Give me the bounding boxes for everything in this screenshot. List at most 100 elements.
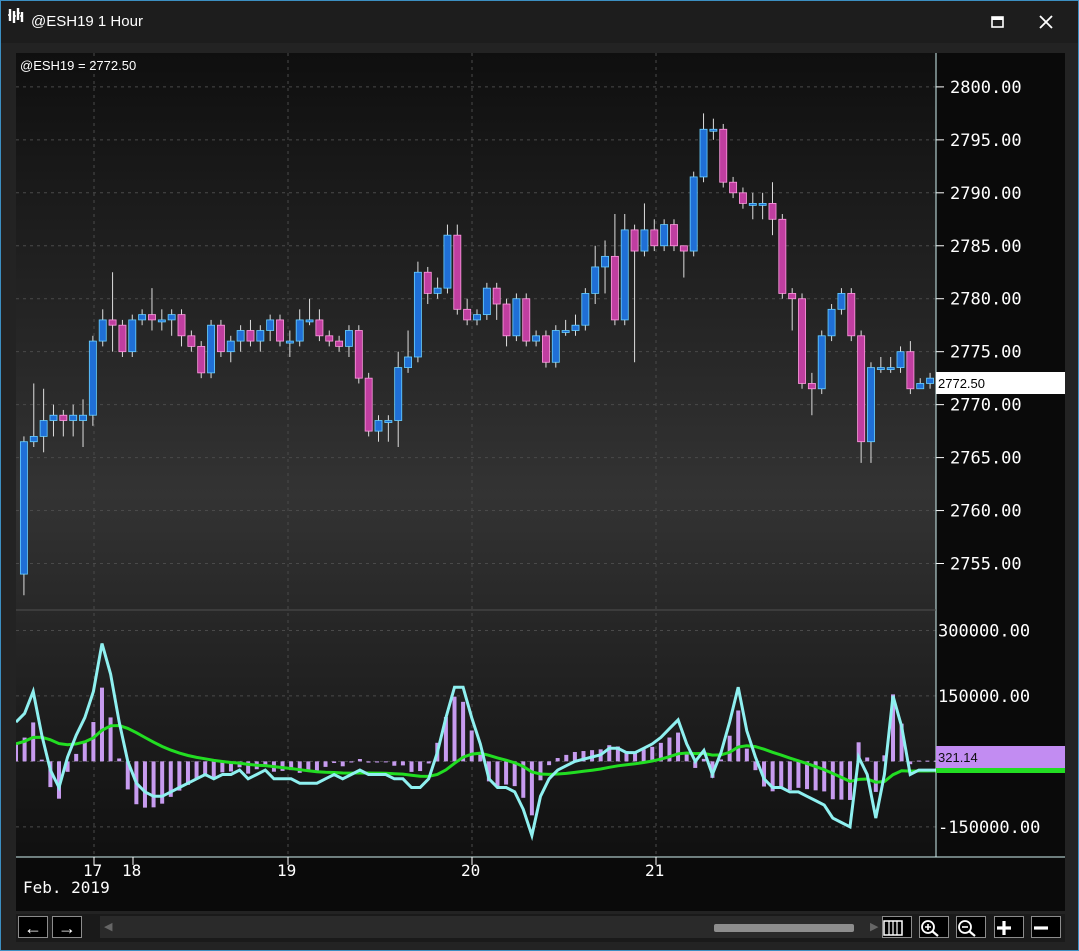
histogram-bar xyxy=(512,761,517,787)
candle-up xyxy=(374,420,383,432)
candle-down xyxy=(650,229,659,247)
candle-up xyxy=(689,176,698,252)
oscillator-tick-label: 150000.00 xyxy=(938,687,1030,707)
histogram-bar xyxy=(392,761,397,766)
maximize-button[interactable] xyxy=(991,9,1017,35)
candle-down xyxy=(788,293,797,300)
candle-down xyxy=(798,298,806,384)
candle-up xyxy=(305,319,314,323)
histogram-bar xyxy=(400,761,405,766)
zoom-out-button[interactable] xyxy=(956,916,986,938)
candle-up xyxy=(443,234,452,289)
candle-up xyxy=(157,319,166,323)
oscillator-tick-label: 300000.00 xyxy=(938,621,1030,641)
histogram-bar xyxy=(142,761,147,808)
histogram-bar xyxy=(340,761,345,767)
candle-up xyxy=(640,229,649,252)
zoom-in-icon xyxy=(921,920,939,937)
price-tick-label: 2780.00 xyxy=(950,290,1022,310)
histogram-bar xyxy=(839,761,844,800)
candle-up xyxy=(39,420,48,437)
candle-up xyxy=(295,319,304,342)
track-left-arrow-icon[interactable]: ◀ xyxy=(104,920,112,933)
zoom-out-icon xyxy=(958,920,976,937)
close-button[interactable] xyxy=(1039,9,1065,35)
track-right-arrow-icon[interactable]: ▶ xyxy=(870,920,878,933)
time-axis-background xyxy=(16,857,1065,911)
candle-down xyxy=(670,224,678,247)
candle-up xyxy=(916,383,925,390)
histogram-bar xyxy=(796,761,801,788)
scroll-track[interactable]: ◀ ▶ xyxy=(100,916,886,938)
candle-up xyxy=(29,436,38,443)
increase-bars-button[interactable] xyxy=(994,916,1024,938)
decrease-bars-button[interactable] xyxy=(1031,916,1061,938)
candle-up xyxy=(817,335,826,390)
candle-down xyxy=(807,383,816,390)
app-logo-icon xyxy=(8,8,24,23)
candle-up xyxy=(226,340,235,353)
histogram-bar xyxy=(727,735,732,762)
minus-icon xyxy=(1034,926,1048,930)
zoom-in-button[interactable] xyxy=(919,916,949,938)
candle-down xyxy=(216,324,225,353)
candle-down xyxy=(778,218,787,294)
show-all-button[interactable] xyxy=(882,916,912,938)
scroll-right-button[interactable]: → xyxy=(52,916,82,938)
maximize-icon xyxy=(991,16,1004,28)
histogram-bar xyxy=(744,748,749,762)
scroll-thumb[interactable] xyxy=(714,924,854,932)
chart-canvas[interactable]: 2800.00 2795.00 2790.00 2785.00 2780.00 2775.… xyxy=(16,53,1065,911)
chart-area[interactable]: 2800.00 2795.00 2790.00 2785.00 2780.00 2775.… xyxy=(16,53,1065,911)
arrow-right-icon: → xyxy=(58,918,76,938)
histogram-bar xyxy=(787,761,792,791)
histogram-bar xyxy=(349,761,354,763)
candle-down xyxy=(325,335,334,342)
candle-up xyxy=(167,314,176,321)
candle-down xyxy=(502,303,511,337)
candle-up xyxy=(473,314,481,321)
candle-down xyxy=(118,324,127,353)
histogram-bar xyxy=(426,761,431,764)
histogram-bar xyxy=(39,759,44,762)
histogram-bar xyxy=(925,760,930,762)
histogram-bar xyxy=(409,761,414,772)
candle-down xyxy=(738,192,747,204)
candle-down xyxy=(463,308,472,321)
candle-down xyxy=(187,335,196,347)
price-tick-label: 2770.00 xyxy=(950,396,1022,416)
candle-up xyxy=(79,414,87,421)
candle-up xyxy=(49,414,58,421)
candle-up xyxy=(867,367,875,443)
candle-down xyxy=(59,414,68,421)
candle-up xyxy=(98,319,107,342)
histogram-bar xyxy=(99,687,104,762)
histogram-bar xyxy=(461,701,466,762)
candle-up xyxy=(384,420,393,423)
candle-down xyxy=(847,293,856,337)
candle-down xyxy=(492,287,501,305)
candle-up xyxy=(551,330,560,363)
oscillator-last-marker-label: 321.14 xyxy=(938,750,978,765)
histogram-bar xyxy=(701,758,706,762)
chart-scrollbar[interactable]: ← → ◀ ▶ xyxy=(16,914,1065,942)
title-bar[interactable]: @ESH19 1 Hour xyxy=(1,1,1078,43)
candle-down xyxy=(542,335,550,363)
histogram-bar xyxy=(418,761,423,772)
candle-up xyxy=(207,324,216,374)
candle-up xyxy=(69,414,78,421)
histogram-bar xyxy=(469,730,474,762)
candle-up xyxy=(433,287,442,294)
candle-up xyxy=(758,203,767,206)
candle-up xyxy=(138,314,147,321)
histogram-bar xyxy=(736,710,741,762)
scroll-left-button[interactable]: ← xyxy=(18,916,48,938)
candle-up xyxy=(512,298,521,337)
candle-up xyxy=(532,335,541,342)
candle-down xyxy=(729,181,738,194)
candle-down xyxy=(364,377,373,432)
candle-up xyxy=(601,255,609,268)
histogram-bar xyxy=(357,758,362,762)
arrow-left-icon: ← xyxy=(24,918,42,938)
show-all-icon xyxy=(883,920,903,936)
